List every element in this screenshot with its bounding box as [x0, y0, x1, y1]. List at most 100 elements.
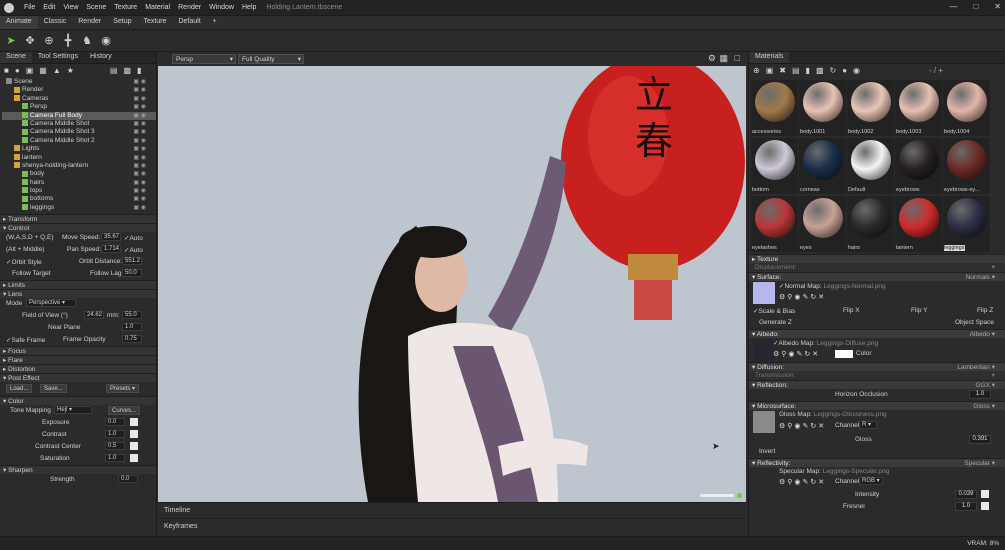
duplicate-icon[interactable]: ▩: [123, 66, 131, 76]
tree-item[interactable]: Cameras ▣ ◉: [2, 95, 156, 103]
section-transmission[interactable]: Transmission: ▾: [749, 371, 1005, 380]
visibility-lock-icon[interactable]: ▣ ◉: [133, 179, 146, 187]
visibility-lock-icon[interactable]: ▣ ◉: [133, 145, 146, 153]
tree-item[interactable]: leggings ▣ ◉: [2, 204, 156, 212]
material-thumbnail[interactable]: eyelashes: [751, 196, 798, 252]
minimize-icon[interactable]: —: [949, 2, 957, 11]
frame-opacity-field[interactable]: 0.75: [122, 335, 142, 343]
horizon-occlusion-field[interactable]: 1.0: [969, 390, 991, 399]
section-control[interactable]: ▾ Control: [0, 223, 156, 232]
mode-select[interactable]: Perspective ▾: [26, 299, 76, 307]
saturation-swatch[interactable]: [130, 454, 138, 462]
effect-icon[interactable]: ★: [67, 66, 74, 76]
visibility-lock-icon[interactable]: ▣ ◉: [133, 128, 146, 136]
move-speed-auto-checkbox[interactable]: ✓Auto: [124, 234, 143, 242]
tab-texture[interactable]: Texture: [138, 16, 173, 29]
sphere-preview-icon[interactable]: ●: [842, 66, 847, 76]
menu-scene[interactable]: Scene: [82, 4, 110, 11]
pan-speed-auto-checkbox[interactable]: ✓Auto: [124, 246, 143, 254]
tab-animate[interactable]: Animate: [0, 16, 38, 29]
material-thumbnail[interactable]: body.1003: [895, 80, 942, 136]
tree-item[interactable]: Camera Middle Shot ▣ ◉: [2, 120, 156, 128]
tree-item[interactable]: hairs ▣ ◉: [2, 179, 156, 187]
material-thumbnail[interactable]: bottom: [751, 138, 798, 194]
tree-item[interactable]: Camera Full Body ▣ ◉: [2, 111, 156, 120]
visibility-lock-icon[interactable]: ▣ ◉: [133, 204, 146, 212]
tree-item[interactable]: Scene ▣ ◉: [2, 78, 156, 86]
saturation-field[interactable]: 1.0: [105, 454, 125, 462]
section-microsurface[interactable]: ▾ Microsurface: Gloss ▾: [749, 401, 1005, 410]
menu-render[interactable]: Render: [174, 4, 205, 11]
intensity-field[interactable]: 0.039: [955, 490, 977, 499]
albedo-map-thumbnail[interactable]: [753, 339, 775, 361]
select-tool-icon[interactable]: ➤: [4, 34, 18, 48]
section-surface[interactable]: ▾ Surface: Normals ▾: [749, 272, 1005, 281]
tree-item[interactable]: body ▣ ◉: [2, 170, 156, 178]
tone-mapping-select[interactable]: Hejl ▾: [54, 406, 92, 414]
quality-select[interactable]: Full Quality ▾: [238, 54, 304, 64]
section-lens[interactable]: ▾ Lens: [0, 289, 156, 298]
object-space-checkbox[interactable]: Object Space: [955, 319, 994, 326]
material-thumbnail[interactable]: accessories: [751, 80, 798, 136]
trash-icon[interactable]: ▮: [806, 66, 810, 76]
keyframes-header[interactable]: Keyframes: [158, 518, 746, 534]
tree-item[interactable]: Camera Middle Shot 3 ▣ ◉: [2, 128, 156, 136]
material-thumbnail[interactable]: body.1002: [847, 80, 894, 136]
menu-edit[interactable]: Edit: [39, 4, 59, 11]
section-reflection[interactable]: ▾ Reflection: GGX ▾: [749, 380, 1005, 389]
save-button[interactable]: Save...: [40, 384, 67, 393]
exposure-field[interactable]: 0.0: [105, 418, 125, 426]
menu-view[interactable]: View: [59, 4, 82, 11]
tree-item[interactable]: Camera Middle Shot 2 ▣ ◉: [2, 137, 156, 145]
material-thumbnail[interactable]: Default: [847, 138, 894, 194]
shape-icon[interactable]: ▲: [53, 66, 61, 76]
delete-icon[interactable]: ▮: [137, 66, 141, 76]
material-thumbnail[interactable]: eyebrows-ey...: [943, 138, 990, 194]
fov-field[interactable]: 24.62: [84, 311, 104, 319]
section-flare[interactable]: ▸ Flare: [0, 355, 156, 364]
rotate-tool-icon[interactable]: ⊕: [42, 34, 56, 48]
material-thumbnail[interactable]: hairs: [847, 196, 894, 252]
visibility-lock-icon[interactable]: ▣ ◉: [133, 86, 146, 94]
tab-tool-settings[interactable]: Tool Settings: [32, 52, 84, 63]
camera-select[interactable]: Persp ▾: [172, 54, 236, 64]
contrast-swatch[interactable]: [130, 430, 138, 438]
contrast-field[interactable]: 1.0: [105, 430, 125, 438]
visibility-lock-icon[interactable]: ▣ ◉: [133, 162, 146, 170]
material-thumbnail[interactable]: eyebrows: [895, 138, 942, 194]
add-material-icon[interactable]: ⊕: [753, 66, 760, 76]
material-thumbnail[interactable]: body.1001: [799, 80, 846, 136]
section-distortion[interactable]: ▸ Distortion: [0, 364, 156, 373]
scale-tool-icon[interactable]: ╋: [61, 34, 75, 48]
section-sharpen[interactable]: ▾ Sharpen: [0, 465, 156, 474]
visibility-lock-icon[interactable]: ▣ ◉: [133, 187, 146, 195]
flip-y-checkbox[interactable]: Flip Y: [911, 307, 928, 314]
mm-field[interactable]: 55.0: [122, 311, 142, 319]
visibility-lock-icon[interactable]: ▣ ◉: [133, 103, 146, 111]
gloss-field[interactable]: 0.391: [969, 435, 991, 444]
visibility-lock-icon[interactable]: ▣ ◉: [133, 137, 146, 145]
near-plane-field[interactable]: 1.0: [122, 323, 142, 331]
tab-add-button[interactable]: +: [207, 16, 223, 29]
normal-map-tools[interactable]: ⚙⚲◉✎↻✕: [779, 293, 826, 301]
section-transform[interactable]: ▸ Transform: [0, 214, 156, 223]
tree-item[interactable]: bottoms ▣ ◉: [2, 195, 156, 203]
tree-item[interactable]: tops ▣ ◉: [2, 187, 156, 195]
contrast-center-field[interactable]: 0.5: [105, 442, 125, 450]
fresnel-field[interactable]: 1.0: [955, 502, 977, 511]
globe-tool-icon[interactable]: ◉: [99, 34, 113, 48]
material-thumbnail[interactable]: leggings: [943, 196, 990, 252]
tab-materials[interactable]: Materials: [749, 52, 790, 63]
visibility-lock-icon[interactable]: ▣ ◉: [133, 170, 146, 178]
material-thumbnail[interactable]: eyes: [799, 196, 846, 252]
tree-item[interactable]: Render ▣ ◉: [2, 86, 156, 94]
normal-map-thumbnail[interactable]: [753, 282, 775, 304]
tree-item[interactable]: Persp ▣ ◉: [2, 103, 156, 111]
section-reflectivity[interactable]: ▾ Reflectivity: Specular ▾: [749, 458, 1005, 467]
folder-icon[interactable]: ▤: [792, 66, 800, 76]
folder-icon[interactable]: ▤: [110, 66, 118, 76]
menu-file[interactable]: File: [20, 4, 39, 11]
viewport-maximize-icon[interactable]: □: [735, 53, 740, 63]
maximize-icon[interactable]: □: [973, 2, 978, 11]
curves-button[interactable]: Curves...: [108, 406, 141, 415]
